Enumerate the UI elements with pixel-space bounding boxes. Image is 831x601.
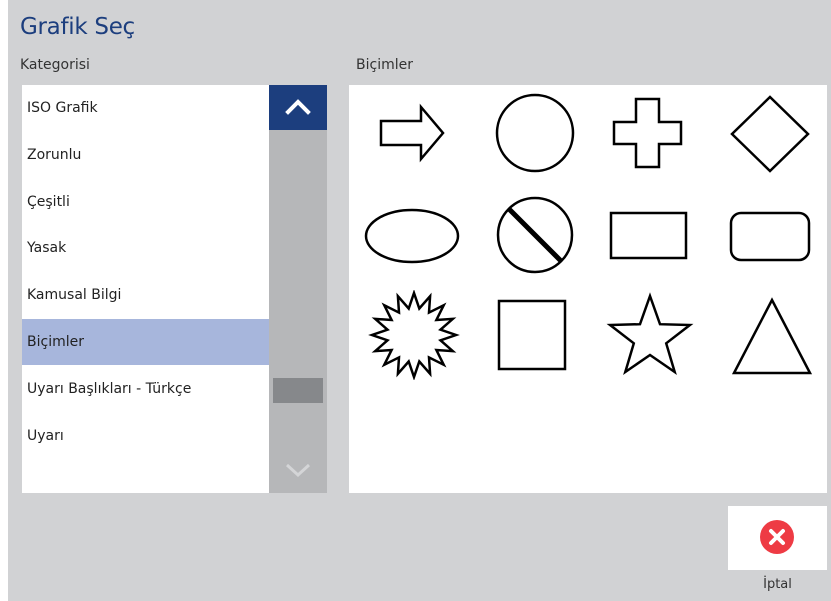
category-label: Kategorisi [20,57,90,73]
category-item-kamusal-bilgi[interactable]: Kamusal Bilgi [22,272,269,318]
chevron-up-icon [285,99,311,115]
cross-icon [612,97,683,169]
star-icon [606,292,694,376]
shape-ellipse[interactable] [364,192,464,277]
dialog-title: Grafik Seç [20,14,135,40]
category-scrollbar[interactable] [269,85,327,493]
shape-starburst[interactable] [364,289,464,381]
shapes-label: Biçimler [356,57,413,73]
cancel-label: İptal [763,577,792,592]
scroll-down-button[interactable] [269,448,327,493]
category-item-uyari-basliklari[interactable]: Uyarı Başlıkları - Türkçe [22,366,269,412]
shape-rectangle[interactable] [599,192,699,277]
category-item-uyari[interactable]: Uyarı [22,413,269,459]
diamond-icon [730,95,810,173]
shape-rounded-rectangle[interactable] [717,192,817,277]
starburst-icon [368,289,460,381]
rectangle-icon [609,211,688,260]
cancel-button-box[interactable] [728,506,827,570]
shape-arrow-right[interactable] [364,90,464,175]
category-item-bicimler[interactable]: Biçimler [22,319,269,365]
circle-icon [495,93,575,173]
triangle-icon [731,297,813,375]
square-icon [497,299,567,371]
arrow-right-icon [379,103,445,163]
ellipse-icon [364,208,460,264]
cancel-button[interactable]: İptal [728,506,827,601]
category-item-cesitli[interactable]: Çeşitli [22,179,269,225]
dialog: Grafik Seç Kategorisi Biçimler ISO Grafi… [8,0,831,601]
scroll-up-button[interactable] [269,85,327,130]
shape-triangle[interactable] [717,290,817,380]
close-icon [760,520,794,554]
category-item-zorunlu[interactable]: Zorunlu [22,132,269,178]
chevron-down-icon [285,463,311,478]
shape-square[interactable] [484,290,584,380]
scroll-thumb[interactable] [273,378,323,403]
rounded-rectangle-icon [729,211,811,262]
prohibition-circle-icon [496,196,574,274]
shape-prohibition[interactable] [484,192,584,277]
shape-diamond[interactable] [717,90,817,175]
category-list: ISO Grafik Zorunlu Çeşitli Yasak Kamusal… [22,85,269,493]
category-item-yasak[interactable]: Yasak [22,225,269,271]
shape-star[interactable] [599,290,699,380]
category-item-iso-grafik[interactable]: ISO Grafik [22,85,269,131]
shape-circle[interactable] [484,90,584,175]
shape-cross[interactable] [599,90,699,175]
shapes-panel [349,85,827,493]
